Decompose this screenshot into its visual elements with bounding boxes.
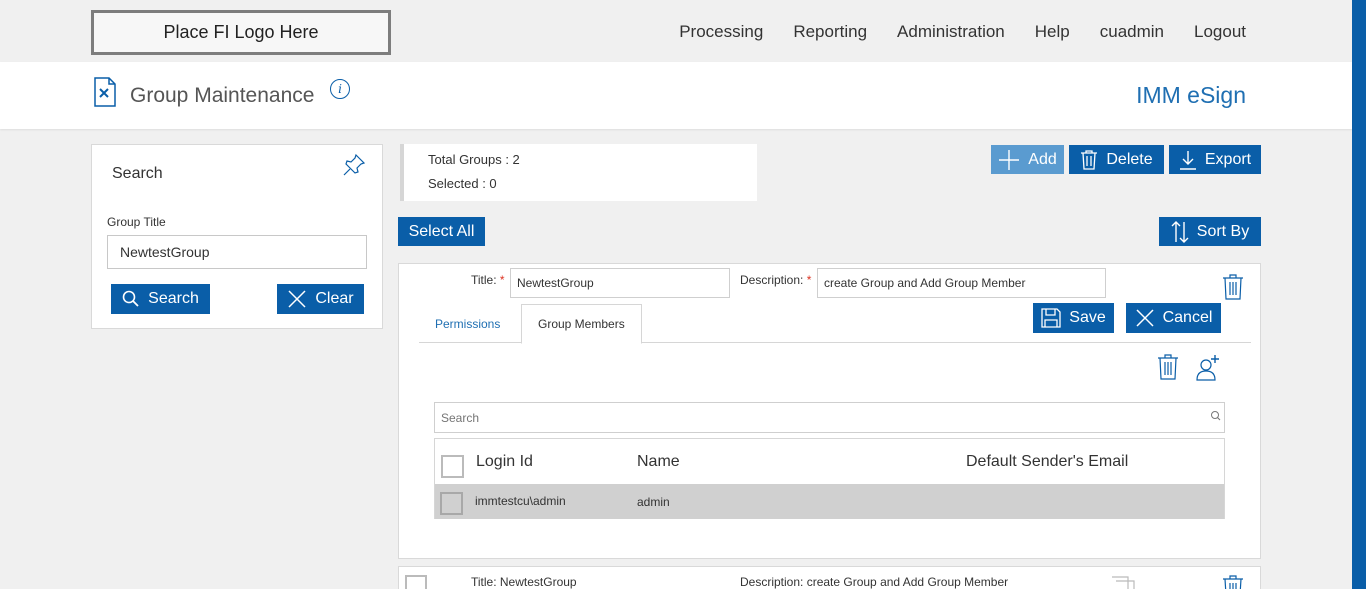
delete-button-label: Delete — [1106, 150, 1153, 168]
top-bar: Place FI Logo Here Processing Reporting … — [0, 0, 1352, 62]
sort-by-button-label: Sort By — [1196, 222, 1250, 240]
search-button[interactable]: Search — [111, 284, 210, 314]
add-member-icon[interactable] — [1195, 354, 1221, 382]
nav-help[interactable]: Help — [1035, 22, 1070, 42]
group-title-input[interactable] — [107, 235, 367, 269]
total-groups: Total Groups : 2 — [428, 152, 520, 167]
group-description: Description: create Group and Add Group … — [740, 575, 1009, 589]
row-login-id: immtestcu\admin — [475, 494, 566, 508]
search-icon — [122, 290, 139, 307]
export-button[interactable]: Export — [1169, 145, 1261, 174]
page-title: Group Maintenance — [130, 84, 315, 107]
nav-administration[interactable]: Administration — [897, 22, 1005, 42]
group-summary: Total Groups : 2 Selected : 0 — [400, 144, 757, 201]
search-panel: Search Group Title Search Clear — [91, 144, 383, 329]
selected-count: Selected : 0 — [428, 176, 497, 191]
description-label-text: Description: — [740, 273, 804, 287]
member-search-input[interactable] — [434, 402, 1225, 433]
title-input[interactable] — [510, 268, 730, 298]
sort-by-button[interactable]: Sort By — [1159, 217, 1261, 246]
plus-icon — [999, 149, 1020, 170]
group-edit-card: Title: * Description: * Permissions Grou… — [398, 263, 1261, 559]
tab-permissions[interactable]: Permissions — [419, 304, 516, 343]
clear-button[interactable]: Clear — [277, 284, 364, 314]
trash-icon — [1081, 149, 1098, 170]
group-title: Title: NewtestGroup — [471, 575, 577, 589]
page-scrollbar[interactable] — [1352, 0, 1366, 589]
search-icon — [1211, 411, 1221, 421]
column-default-sender-email[interactable]: Default Sender's Email — [966, 453, 1128, 471]
save-button[interactable]: Save — [1033, 303, 1114, 333]
title-band: Group Maintenance i IMM eSign — [0, 62, 1352, 129]
table-row[interactable]: immtestcu\admin admin — [435, 484, 1224, 519]
search-panel-title: Search — [112, 165, 163, 182]
select-all-checkbox[interactable] — [441, 455, 464, 478]
sort-icon — [1171, 220, 1189, 243]
group-checkbox[interactable] — [405, 575, 427, 589]
brand-name: IMM eSign — [1136, 82, 1246, 108]
info-icon[interactable]: i — [330, 79, 350, 99]
remove-member-icon[interactable] — [1157, 354, 1179, 380]
add-button-label: Add — [1028, 150, 1057, 168]
select-all-button[interactable]: Select All — [398, 217, 485, 246]
main-nav: Processing Reporting Administration Help… — [679, 22, 1246, 42]
description-label: Description: * — [740, 273, 811, 287]
group-card: Title: NewtestGroup Description: create … — [398, 566, 1261, 589]
export-button-label: Export — [1204, 150, 1252, 168]
members-table: Login Id Name Default Sender's Email imm… — [434, 438, 1225, 519]
row-name: admin — [637, 495, 670, 509]
delete-button[interactable]: Delete — [1069, 145, 1164, 174]
add-button[interactable]: Add — [991, 145, 1064, 174]
document-tools-icon — [94, 77, 116, 107]
required-mark: * — [806, 273, 812, 287]
trash-icon[interactable] — [1222, 274, 1244, 300]
fi-logo: Place FI Logo Here — [91, 10, 391, 55]
clear-button-label: Clear — [315, 290, 354, 307]
tab-group-members[interactable]: Group Members — [521, 304, 642, 344]
nav-reporting[interactable]: Reporting — [793, 22, 867, 42]
nav-user[interactable]: cuadmin — [1100, 22, 1164, 42]
pin-icon[interactable] — [342, 153, 366, 177]
cancel-button-label: Cancel — [1162, 309, 1213, 326]
cancel-button[interactable]: Cancel — [1126, 303, 1221, 333]
close-icon — [288, 290, 306, 308]
trash-icon[interactable] — [1222, 575, 1244, 589]
title-label: Title: * — [471, 273, 505, 287]
save-icon — [1041, 308, 1061, 328]
nav-processing[interactable]: Processing — [679, 22, 763, 42]
title-label-text: Title: — [471, 273, 497, 287]
nav-logout[interactable]: Logout — [1194, 22, 1246, 42]
save-button-label: Save — [1069, 309, 1106, 326]
copy-icon[interactable] — [1110, 575, 1136, 589]
column-name[interactable]: Name — [637, 453, 680, 471]
description-input[interactable] — [817, 268, 1106, 298]
group-title-label: Group Title — [107, 215, 166, 229]
column-login-id[interactable]: Login Id — [476, 453, 533, 471]
row-checkbox[interactable] — [440, 492, 463, 515]
download-icon — [1179, 150, 1196, 170]
required-mark: * — [499, 273, 505, 287]
search-button-label: Search — [148, 290, 199, 307]
close-icon — [1136, 309, 1154, 327]
